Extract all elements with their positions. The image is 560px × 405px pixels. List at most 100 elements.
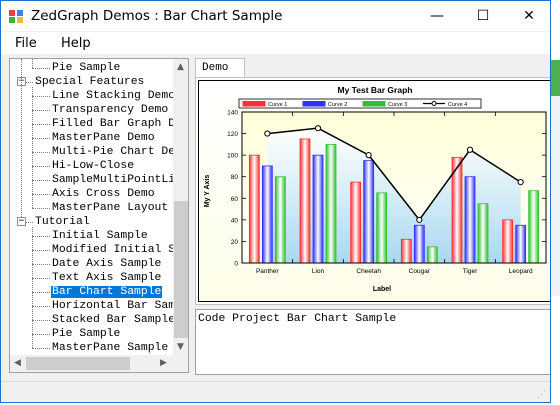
tree-node-label: Initial Sample bbox=[52, 230, 148, 242]
tree-node[interactable]: SampleMultiPointList bbox=[51, 173, 173, 187]
tree-node[interactable]: Transparency Demo 1 bbox=[51, 103, 173, 117]
tree-node[interactable]: Stacked Bar Sample bbox=[51, 313, 173, 327]
curve-4-point bbox=[365, 152, 372, 159]
curve-4-point bbox=[466, 146, 474, 153]
tree-connector bbox=[26, 82, 33, 83]
x-tick-label: Tiger bbox=[463, 268, 478, 275]
curve-4-point bbox=[314, 125, 322, 132]
tree-node-label: Modified Initial Sam bbox=[52, 244, 173, 256]
legend-swatch bbox=[242, 101, 266, 107]
tree-vertical-scroll-thumb[interactable] bbox=[174, 201, 188, 338]
tree-connector bbox=[32, 236, 50, 237]
tree-node-label: Horizontal Bar Sampl bbox=[52, 300, 173, 312]
y-tick-label: 0 bbox=[234, 261, 238, 268]
tree-node-label: Pie Sample bbox=[52, 62, 121, 74]
tree-node[interactable]: Bar Chart Sample bbox=[51, 285, 163, 299]
status-bar: ⋰ bbox=[1, 381, 550, 402]
tree-node[interactable]: Pie Sample bbox=[51, 327, 121, 341]
bar-curve-3-panther bbox=[274, 176, 286, 264]
y-tick-label: 40 bbox=[231, 217, 239, 224]
tree-group-node[interactable]: Tutorial bbox=[34, 215, 91, 229]
tree-node-label: SampleMultiPointList bbox=[52, 174, 173, 186]
tree-node[interactable]: Date Axis Sample bbox=[51, 257, 162, 271]
bar-curve-2-cheetah bbox=[363, 160, 375, 264]
tree-node[interactable]: Filled Bar Graph Dem bbox=[51, 117, 173, 131]
bar-curve-3-lion bbox=[325, 143, 337, 264]
tree-node[interactable]: Axis Cross Demo bbox=[51, 187, 156, 201]
tree-connector bbox=[32, 138, 50, 139]
bar-curve-2-cougar bbox=[413, 224, 425, 264]
curve-4-point bbox=[264, 130, 271, 137]
tree-node-label: MasterPane Layout bbox=[52, 202, 169, 214]
tree-group-node[interactable]: Special Features bbox=[34, 75, 145, 89]
y-axis-label: My Y Axis bbox=[204, 175, 211, 208]
chart-title: My Test Bar Graph bbox=[338, 85, 413, 95]
tree-node[interactable]: Modified Initial Sam bbox=[51, 243, 173, 257]
scroll-up-icon[interactable]: ▲ bbox=[177, 62, 184, 72]
bar-curve-3-tiger bbox=[477, 203, 489, 264]
tree-node-label: Hi-Low-Close bbox=[52, 160, 135, 172]
tree-node[interactable]: MasterPane Sample bbox=[51, 341, 169, 355]
tree-node[interactable]: Hi-Low-Close bbox=[51, 159, 135, 173]
title-bar[interactable]: ZedGraph Demos : Bar Chart Sample — ☐ ✕ bbox=[1, 1, 550, 31]
scroll-right-icon[interactable]: ▶ bbox=[160, 358, 167, 368]
y-tick-label: 120 bbox=[227, 131, 238, 138]
y-tick-label: 140 bbox=[227, 110, 238, 117]
tree-node[interactable]: Initial Sample bbox=[51, 229, 149, 243]
scroll-down-icon[interactable]: ▼ bbox=[177, 342, 184, 352]
tree-node[interactable]: Horizontal Bar Sampl bbox=[51, 299, 173, 313]
tree-connector bbox=[32, 348, 50, 349]
maximize-button[interactable]: ☐ bbox=[460, 1, 506, 31]
tree-connector bbox=[32, 292, 50, 293]
tree-node[interactable]: Text Axis Sample bbox=[51, 271, 162, 285]
legend-label: Curve 3 bbox=[388, 102, 407, 108]
window-title: ZedGraph Demos : Bar Chart Sample bbox=[31, 8, 283, 24]
curve-4-point bbox=[517, 179, 524, 186]
demo-tree[interactable]: Pie Sample Special Features − Line Stacking… bbox=[9, 58, 189, 373]
tree-node-label: Pie Sample bbox=[52, 328, 121, 340]
tree-node[interactable]: MasterPane Demo bbox=[51, 131, 156, 145]
tree-connector bbox=[32, 227, 33, 348]
minimize-icon: — bbox=[430, 8, 444, 24]
bar-curve-3-cheetah bbox=[376, 192, 388, 264]
tree-node[interactable]: MasterPane Layout bbox=[51, 201, 169, 215]
menu-help[interactable]: Help bbox=[61, 36, 91, 51]
tree-items: Pie Sample Special Features − Line Stacking… bbox=[10, 59, 173, 355]
maximize-icon: ☐ bbox=[476, 8, 490, 24]
bar-curve-2-lion bbox=[312, 154, 324, 264]
chart-legend: Curve 1 Curve 2 Curve 3 Curve 4 bbox=[238, 98, 482, 109]
legend-swatch bbox=[362, 101, 386, 107]
background-window-panel bbox=[551, 96, 560, 296]
legend-label: Curve 1 bbox=[268, 102, 287, 108]
menu-file[interactable]: File bbox=[15, 36, 37, 51]
collapse-icon[interactable]: − bbox=[17, 217, 26, 226]
tree-horizontal-scroll-thumb[interactable] bbox=[26, 357, 130, 370]
tab-panel-demo: My Test Bar Graph Curve 1 Curve 2 Curve 3C… bbox=[195, 77, 550, 305]
minimize-button[interactable]: — bbox=[414, 1, 460, 31]
plot-area: 0 20 40 60 80 100 120 140 Panther Lion Cheetah Coug… bbox=[227, 110, 547, 275]
tree-connector bbox=[32, 87, 33, 208]
tree-vertical-scrollbar[interactable]: ▲ ▼ bbox=[173, 59, 188, 355]
resize-grip-icon[interactable]: ⋰ bbox=[537, 389, 546, 400]
tree-connector bbox=[32, 334, 50, 335]
tree-node-label: Date Axis Sample bbox=[52, 258, 162, 270]
zedgraph-control[interactable]: My Test Bar Graph Curve 1 Curve 2 Curve 3C… bbox=[198, 80, 550, 302]
tree-node-label: MasterPane Demo bbox=[52, 132, 155, 144]
tree-horizontal-scrollbar[interactable]: ◀ ▶ bbox=[10, 355, 173, 372]
tab-demo[interactable]: Demo bbox=[195, 58, 245, 78]
tree-node[interactable]: Multi-Pie Chart Demo bbox=[51, 145, 173, 159]
tree-node-label: Tutorial bbox=[35, 216, 90, 228]
tree-node-label: Line Stacking Demo 1 bbox=[52, 90, 173, 102]
bar-curve-2-tiger bbox=[464, 176, 476, 264]
tree-connector bbox=[32, 208, 50, 209]
description-box[interactable]: Code Project Bar Chart Sample bbox=[195, 309, 550, 375]
tree-node[interactable]: Line Stacking Demo 1 bbox=[51, 89, 173, 103]
tree-node-label: Transparency Demo 1 bbox=[52, 104, 173, 116]
bar-curve-1-lion bbox=[299, 138, 311, 264]
x-tick-label: Panther bbox=[256, 268, 280, 275]
scroll-left-icon[interactable]: ◀ bbox=[14, 358, 21, 368]
tree-node-label: MasterPane Sample bbox=[52, 342, 169, 354]
tree-node[interactable]: Pie Sample bbox=[51, 61, 121, 75]
close-button[interactable]: ✕ bbox=[506, 1, 550, 31]
tree-connector bbox=[32, 68, 50, 69]
